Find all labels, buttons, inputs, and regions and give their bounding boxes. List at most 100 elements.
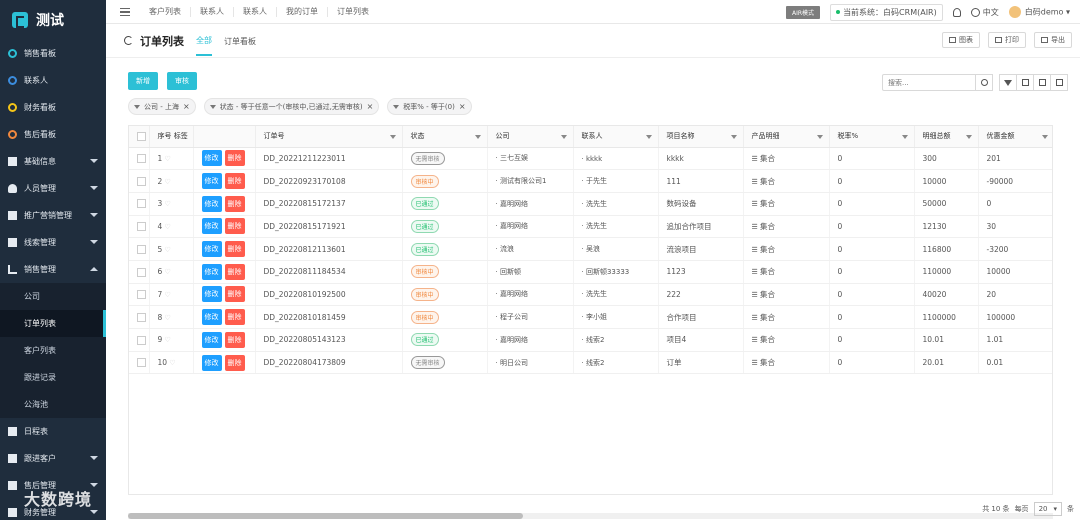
sidebar-item-2[interactable]: 财务看板 [0, 94, 106, 121]
contact-link[interactable]: 洗先生 [582, 222, 607, 230]
table-row[interactable]: 7 ♡修改删除DD_20220810192500审核中嘉明网络洗先生222☰ 集… [129, 283, 1052, 307]
top-tab-4[interactable]: 订单列表 [328, 7, 378, 17]
delete-button[interactable]: 删除 [224, 309, 245, 326]
order-no-cell[interactable]: DD_20220923170108 [255, 169, 403, 193]
company-link[interactable]: 三七互娱 [496, 154, 528, 162]
sidebar-item-1[interactable]: 联系人 [0, 67, 106, 94]
edit-button[interactable]: 修改 [201, 309, 222, 326]
company-cell[interactable]: 回斯顿 [487, 260, 574, 284]
close-icon[interactable]: × [367, 102, 374, 111]
order-no-cell[interactable]: DD_20220810181459 [255, 305, 403, 329]
row-checkbox[interactable] [137, 267, 146, 277]
company-cell[interactable]: 嘉明网络 [487, 215, 574, 239]
chevron-down-icon[interactable] [816, 135, 823, 139]
sidebar-item-7[interactable]: 线索管理 [0, 229, 106, 256]
sidebar-subitem-3[interactable]: 跟进记录 [0, 364, 106, 391]
contact-cell[interactable]: 线索2 [573, 351, 659, 375]
order-no-cell[interactable]: DD_20220805143123 [255, 328, 403, 352]
select-all-cell[interactable] [129, 126, 150, 148]
row-checkbox[interactable] [137, 244, 146, 254]
menu-toggle-icon[interactable] [120, 7, 130, 16]
company-cell[interactable]: 测试有限公司1 [487, 169, 574, 193]
company-cell[interactable]: 程子公司 [487, 305, 574, 329]
company-cell[interactable]: 三七互娱 [487, 147, 574, 171]
company-cell[interactable]: 嘉明网络 [487, 192, 574, 216]
top-tab-3[interactable]: 我的订单 [277, 6, 328, 17]
refresh-icon[interactable] [124, 36, 133, 45]
row-select-cell[interactable] [129, 215, 150, 239]
search-button[interactable] [976, 74, 993, 91]
filter-chip[interactable]: 状态 - 等于任意一个(审核中,已通过,无需审核) × [203, 98, 380, 115]
tag-heart-icon[interactable]: ♡ [162, 155, 171, 163]
page-size-select[interactable]: 20 ▾ [1033, 502, 1062, 516]
contact-cell[interactable]: 吴浪 [573, 237, 659, 261]
row-checkbox[interactable] [137, 290, 146, 300]
order-no-cell[interactable]: DD_20220811184534 [255, 260, 403, 284]
order-no-cell[interactable]: DD_20220815171921 [255, 215, 403, 239]
contact-link[interactable]: 李小姐 [582, 313, 607, 321]
tag-heart-icon[interactable]: ♡ [162, 200, 171, 208]
tag-heart-icon[interactable]: ♡ [162, 268, 171, 276]
company-link[interactable]: 嘉明网络 [496, 336, 528, 344]
delete-button[interactable]: 删除 [224, 241, 245, 258]
language-switch[interactable]: 中文 [970, 7, 999, 18]
print-button[interactable]: 打印 [988, 32, 1026, 48]
table-row[interactable]: 5 ♡修改删除DD_20220812113601已通过流浪吴浪流浪项目☰ 集合0… [129, 237, 1052, 261]
product-cell[interactable]: ☰ 集合 [743, 169, 830, 193]
delete-button[interactable]: 删除 [224, 354, 245, 371]
tag-heart-icon[interactable]: ♡ [162, 178, 171, 186]
tag-heart-icon[interactable]: ♡ [167, 359, 175, 367]
header-company[interactable]: 公司 [487, 126, 574, 148]
contact-link[interactable]: 线索2 [582, 359, 605, 367]
edit-button[interactable]: 修改 [201, 150, 222, 167]
row-checkbox[interactable] [137, 222, 146, 232]
contact-link[interactable]: kkkk [582, 155, 603, 163]
row-select-cell[interactable] [129, 147, 150, 171]
table-row[interactable]: 10 ♡修改删除DD_20220804173809无需审核明日公司线索2订单☰ … [129, 351, 1052, 375]
product-cell[interactable]: ☰ 集合 [743, 283, 830, 307]
product-cell[interactable]: ☰ 集合 [743, 305, 830, 329]
select-all-checkbox[interactable] [137, 131, 146, 141]
row-checkbox[interactable] [137, 335, 146, 345]
table-row[interactable]: 4 ♡修改删除DD_20220815171921已通过嘉明网络洗先生追加合作项目… [129, 215, 1052, 239]
row-select-cell[interactable] [129, 328, 150, 352]
contact-cell[interactable]: 线索2 [573, 328, 659, 352]
sidebar-bottom-item-1[interactable]: 跟进客户 [0, 445, 106, 472]
audit-button[interactable]: 审核 [167, 72, 197, 90]
company-cell[interactable]: 流浪 [487, 237, 574, 261]
layout-button[interactable] [1016, 74, 1034, 91]
delete-button[interactable]: 删除 [224, 286, 245, 303]
row-select-cell[interactable] [129, 169, 150, 193]
sidebar-subitem-4[interactable]: 公海池 [0, 391, 106, 418]
table-row[interactable]: 8 ♡修改删除DD_20220810181459审核中程子公司李小姐合作项目☰ … [129, 305, 1052, 329]
system-switcher[interactable]: 当前系统：白码CRM(AIR) [830, 3, 943, 21]
sidebar-subitem-0[interactable]: 公司 [0, 283, 106, 310]
chevron-down-icon[interactable] [645, 135, 652, 139]
contact-cell[interactable]: 洗先生 [573, 283, 659, 307]
delete-button[interactable]: 删除 [224, 263, 245, 280]
sidebar-item-6[interactable]: 推广营销管理 [0, 202, 106, 229]
company-link[interactable]: 测试有限公司1 [496, 177, 547, 185]
company-link[interactable]: 流浪 [496, 245, 514, 253]
sidebar-item-0[interactable]: 销售看板 [0, 40, 106, 67]
chevron-down-icon[interactable] [560, 135, 567, 139]
stats-button[interactable] [1050, 74, 1068, 91]
table-row[interactable]: 1 ♡修改删除DD_20221211223011无需审核三七互娱kkkkkkkk… [129, 147, 1052, 171]
app-logo[interactable]: 测试 [0, 0, 106, 40]
top-tab-0[interactable]: 客户列表 [140, 6, 191, 17]
header-discount[interactable]: 优惠金额 [978, 126, 1052, 148]
company-link[interactable]: 程子公司 [496, 313, 528, 321]
product-cell[interactable]: ☰ 集合 [743, 260, 830, 284]
delete-button[interactable]: 删除 [224, 150, 245, 167]
company-cell[interactable]: 明日公司 [487, 351, 574, 375]
delete-button[interactable]: 删除 [224, 331, 245, 348]
tag-heart-icon[interactable]: ♡ [162, 336, 171, 344]
product-cell[interactable]: ☰ 集合 [743, 147, 830, 171]
tag-heart-icon[interactable]: ♡ [162, 246, 171, 254]
header-product[interactable]: 产品明细 [743, 126, 830, 148]
edit-button[interactable]: 修改 [201, 195, 222, 212]
row-select-cell[interactable] [129, 305, 150, 329]
air-mode-badge[interactable]: AIR模式 [786, 5, 821, 19]
add-button[interactable]: 新增 [128, 72, 158, 90]
header-total[interactable]: 明细总额 [914, 126, 979, 148]
